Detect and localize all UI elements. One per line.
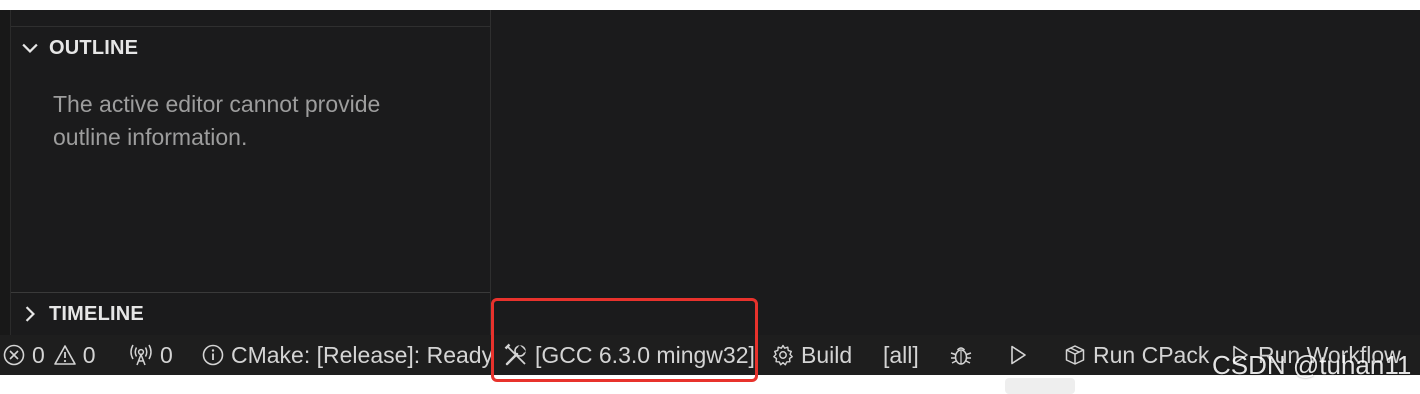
timeline-divider xyxy=(11,292,490,293)
error-count: 0 xyxy=(32,341,45,368)
broadcast-icon xyxy=(130,344,152,366)
workbench: OUTLINE The active editor cannot provide… xyxy=(0,10,1420,335)
gear-icon xyxy=(773,344,793,366)
ports-count: 0 xyxy=(160,341,173,368)
cmake-status-text: CMake: [Release]: Ready xyxy=(231,341,494,368)
error-circle-icon xyxy=(3,344,25,366)
top-window-strip xyxy=(0,0,1420,10)
outline-empty-message: The active editor cannot provide outline… xyxy=(53,91,381,150)
cmake-status[interactable]: CMake: [Release]: Ready xyxy=(201,335,493,375)
bug-icon xyxy=(950,347,972,365)
debug-button[interactable] xyxy=(948,335,974,375)
watermark: CSDN @tuhan11 xyxy=(1212,350,1412,380)
chevron-right-icon xyxy=(25,306,35,322)
tools-icon xyxy=(504,343,526,366)
bottom-tab-hint xyxy=(1005,378,1075,394)
outline-section-header[interactable]: OUTLINE xyxy=(19,33,138,63)
launch-button[interactable] xyxy=(1006,335,1030,375)
play-icon xyxy=(1011,345,1026,365)
warning-count: 0 xyxy=(82,341,96,368)
build-label: Build xyxy=(801,341,853,368)
problems-status[interactable]: 0 0 xyxy=(2,335,96,375)
info-icon xyxy=(202,344,224,366)
timeline-title: TIMELINE xyxy=(49,302,144,325)
sidebar-divider xyxy=(11,26,490,27)
ports-status[interactable]: 0 xyxy=(128,335,173,375)
build-target-selector[interactable]: [all] xyxy=(883,335,919,375)
outline-title: OUTLINE xyxy=(49,36,139,59)
activity-bar xyxy=(0,10,11,335)
run-cpack-button[interactable]: Run CPack xyxy=(1063,335,1209,375)
kit-label: [GCC 6.3.0 mingw32] xyxy=(535,341,755,368)
build-button[interactable]: Build xyxy=(771,335,852,375)
run-cpack-label: Run CPack xyxy=(1093,341,1210,368)
bottom-window-strip xyxy=(0,375,1420,394)
sidebar: OUTLINE The active editor cannot provide… xyxy=(11,10,491,335)
status-bar: 0 0 0 CMake: [Release]: Ready [GCC 6.3.0… xyxy=(0,335,1420,375)
warning-triangle-icon xyxy=(53,345,76,365)
timeline-section-header[interactable]: TIMELINE xyxy=(19,299,144,329)
editor-area xyxy=(491,10,1420,335)
build-target-label: [all] xyxy=(883,341,919,368)
cmake-kit-selector[interactable]: [GCC 6.3.0 mingw32] xyxy=(503,335,755,375)
chevron-down-icon xyxy=(22,43,38,53)
package-icon xyxy=(1065,345,1085,365)
